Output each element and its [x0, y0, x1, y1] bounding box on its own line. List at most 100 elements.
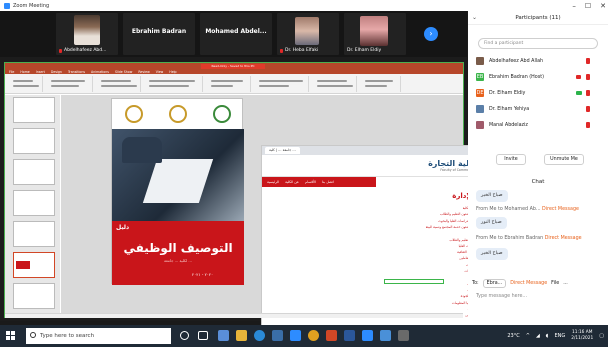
chat-message: صباح الخير	[476, 190, 508, 202]
university-logo-icon	[213, 105, 231, 123]
to-label: To:	[472, 280, 479, 286]
menu-item[interactable]: Home	[20, 70, 29, 74]
avatar	[476, 121, 484, 129]
site-nav-item[interactable]: عن الكلية	[285, 180, 299, 184]
collapse-icon[interactable]: ⌄	[472, 11, 477, 25]
slide-thumbnail[interactable]	[13, 97, 55, 123]
slide-thumbnail-selected[interactable]	[13, 252, 55, 278]
menu-item[interactable]: Animations	[91, 70, 109, 74]
participant-row[interactable]: Abdelhafeez Abd Allah	[476, 55, 604, 67]
browser-tab[interactable]: جامعة ... | كلية ...	[265, 147, 300, 154]
video-tile[interactable]: Dr. Elham Eldiy	[344, 13, 406, 55]
participant-row[interactable]: Manal Abdelaziz	[476, 119, 604, 131]
tile-name: Dr. Elham Eldiy	[347, 48, 382, 53]
video-tile[interactable]: Ebrahim Badran	[123, 13, 195, 55]
system-tray: 23°C ^ ◢ ◖ ENG 11:16 AM 2/11/2021 ▢	[507, 327, 604, 345]
site-nav-item[interactable]: الرئيسية	[267, 180, 279, 184]
arrow-right-icon: ›	[429, 29, 433, 38]
menu-item[interactable]: Review	[138, 70, 149, 74]
language-indicator[interactable]: ENG	[554, 333, 565, 339]
site-nav-item[interactable]: الأقسام	[305, 180, 316, 184]
network-icon[interactable]: ◢	[536, 333, 540, 339]
close-button[interactable]: ✕	[600, 2, 606, 10]
notifications-icon[interactable]: ▢	[599, 333, 604, 339]
avatar	[476, 105, 484, 113]
menu-item[interactable]: View	[156, 70, 164, 74]
chat-message-input[interactable]: Type message here...	[472, 291, 604, 303]
volume-icon[interactable]: ◖	[546, 333, 549, 339]
chat-recipient-bar: To: Ebra... Direct Message File ...	[472, 277, 604, 289]
participant-name: Manal Abdelaziz	[489, 122, 528, 128]
app-icon[interactable]	[398, 330, 409, 341]
taskbar-search-input[interactable]: Type here to search	[26, 328, 171, 344]
participant-video	[74, 15, 100, 45]
powerpoint-icon[interactable]	[326, 330, 337, 341]
invite-button[interactable]: Invite	[496, 154, 526, 165]
slide-thumbnail[interactable]	[13, 190, 55, 216]
site-nav-item[interactable]: اتصل بنا	[322, 180, 334, 184]
side-panel: Participants (11) ⌄ Find a participant I…	[468, 11, 608, 325]
chevron-up-icon[interactable]: ^	[526, 333, 530, 339]
menu-item[interactable]: Slide Show	[115, 70, 132, 74]
browser-tab-strip: جامعة ... | كلية ...	[262, 146, 498, 155]
participant-row[interactable]: EB Ebrahim Badran (Host)	[476, 71, 604, 83]
cortana-icon[interactable]	[180, 331, 189, 340]
video-tile[interactable]: Mohamed Abdel...	[200, 13, 272, 55]
window-title: Zoom Meeting	[13, 2, 50, 9]
powerpoint-status-bar	[5, 313, 463, 318]
university-logo-icon	[125, 105, 143, 123]
slide-thumbnail[interactable]	[13, 283, 55, 309]
menu-item[interactable]: File	[9, 70, 14, 74]
recipient-dropdown[interactable]: Ebra...	[482, 278, 507, 288]
app-icon[interactable]	[380, 330, 391, 341]
guide-cover-page: دليل التوصيف الوظيفي لكلية ... جامعة ...…	[111, 98, 244, 285]
chrome-icon[interactable]	[308, 330, 319, 341]
clock[interactable]: 11:16 AM 2/11/2021	[571, 330, 593, 342]
slide-thumbnail[interactable]	[13, 128, 55, 154]
slide-thumbnail[interactable]	[13, 221, 55, 247]
toc-highlight	[384, 279, 444, 284]
participant-name: Ebrahim Badran (Host)	[489, 74, 544, 80]
slide-canvas: دليل التوصيف الوظيفي لكلية ... جامعة ...…	[61, 95, 499, 335]
video-tile[interactable]: Abdelhafeez Abd...	[56, 13, 118, 55]
participant-video	[360, 16, 388, 46]
zoom-logo-icon	[4, 2, 10, 9]
avatar	[476, 57, 484, 65]
site-nav-bar: الرئيسية عن الكلية الأقسام اتصل بنا	[262, 177, 376, 187]
direct-message-label: Direct Message	[510, 280, 548, 286]
chat-from: From Me to Mohamed Ab... Direct Message	[476, 207, 579, 212]
video-tile[interactable]: Dr. Heba Elfaki	[277, 13, 339, 55]
participant-name: Dr. Elham Eldiy	[489, 90, 526, 96]
participant-row[interactable]: Dr. Elham Yehiya	[476, 103, 604, 115]
store-icon[interactable]	[272, 330, 283, 341]
menu-item[interactable]: Design	[51, 70, 62, 74]
slide-thumbnail[interactable]	[13, 159, 55, 185]
participants-header: Participants (11)	[468, 11, 608, 25]
minimize-button[interactable]: –	[572, 2, 576, 10]
chat-message: صباح النور	[476, 217, 507, 229]
avatar: DE	[476, 89, 484, 97]
edge-icon[interactable]	[254, 330, 265, 341]
zoom-meeting-icon[interactable]	[362, 330, 373, 341]
app-icon[interactable]	[218, 330, 229, 341]
zoom-icon[interactable]	[290, 330, 301, 341]
file-explorer-icon[interactable]	[236, 330, 247, 341]
search-icon	[30, 332, 36, 338]
menu-item[interactable]: Help	[169, 70, 176, 74]
cover-subtitle: لكلية ... جامعة ...	[164, 258, 192, 263]
menu-item[interactable]: Insert	[36, 70, 45, 74]
mic-muted-icon	[59, 48, 62, 53]
mic-muted-icon	[280, 48, 283, 53]
participant-row[interactable]: DE Dr. Elham Eldiy	[476, 87, 604, 99]
task-view-icon[interactable]	[198, 331, 208, 340]
unmute-me-button[interactable]: Unmute Me	[544, 154, 584, 165]
word-icon[interactable]	[344, 330, 355, 341]
weather-temp[interactable]: 23°C	[507, 333, 519, 339]
more-button[interactable]: ...	[563, 281, 568, 286]
participant-search-input[interactable]: Find a participant	[478, 38, 598, 49]
maximize-button[interactable]: ☐	[585, 2, 591, 10]
file-button[interactable]: File	[551, 281, 559, 286]
windows-start-button[interactable]	[6, 331, 16, 341]
next-page-button[interactable]: ›	[424, 27, 438, 41]
menu-item[interactable]: Transitions	[68, 70, 85, 74]
